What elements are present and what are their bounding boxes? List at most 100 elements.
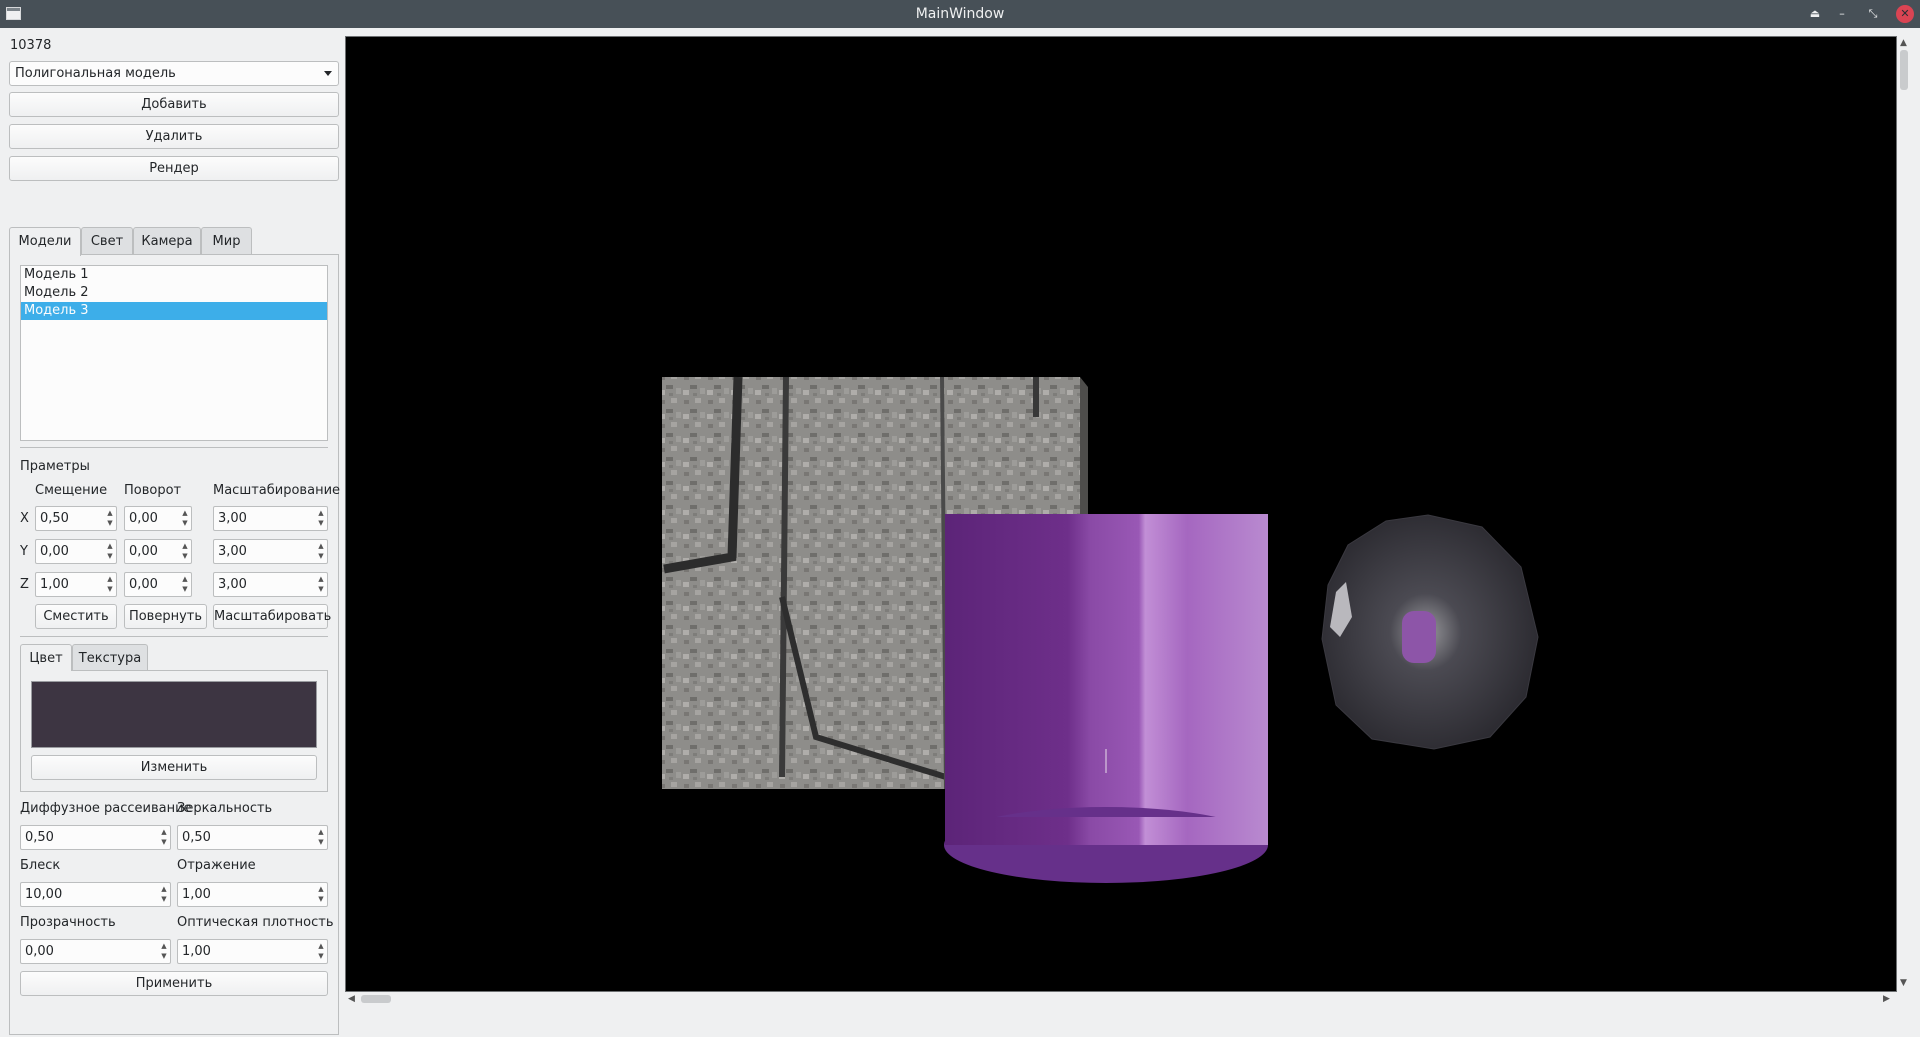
shininess-spinbox[interactable]: 10,00 ▲ ▼ [20,882,171,907]
rendered-scene [662,376,1539,883]
render-viewport[interactable] [345,36,1897,992]
specular-spinbox[interactable]: 0,50 ▲ ▼ [177,825,328,850]
model-type-select[interactable]: Полигональная модель [9,61,339,86]
scale-button[interactable]: Масштабировать [213,604,331,629]
render-button[interactable]: Рендер [9,156,339,181]
reflection-value: 1,00 [182,887,211,902]
change-color-button[interactable]: Изменить [31,755,317,780]
spin-arrows-icon[interactable]: ▲ ▼ [105,508,115,529]
transparency-value: 0,00 [25,944,54,959]
scroll-right-icon[interactable]: ▶ [1883,994,1890,1004]
rotate-z-value: 0,00 [129,577,158,592]
translate-z-spinbox[interactable]: 1,00 ▲ ▼ [35,572,117,597]
spin-arrows-icon[interactable]: ▲ ▼ [180,574,190,595]
specular-value: 0,50 [182,830,211,845]
close-icon[interactable]: ✕ [1896,5,1914,23]
diffuse-label: Диффузное рассеивание [20,801,192,816]
spin-arrows-icon[interactable]: ▲ ▼ [316,941,326,962]
scroll-handle[interactable] [1900,50,1908,90]
optical-density-label: Оптическая плотность [177,915,334,930]
horizontal-scrollbar[interactable]: ◀ ▶ [345,992,1897,1006]
tab-world[interactable]: Мир [201,227,252,255]
scale-x-value: 3,00 [218,511,247,526]
params-heading: Праметры [20,459,90,474]
remove-button[interactable]: Удалить [9,124,339,149]
tab-models[interactable]: Модели [9,227,81,256]
color-tab-pane: Изменить [20,670,328,792]
scroll-left-icon[interactable]: ◀ [348,994,355,1004]
window-title: MainWindow [915,6,1005,22]
translate-x-value: 0,50 [40,511,69,526]
divider [20,447,328,448]
translate-button[interactable]: Сместить [35,604,117,629]
spin-arrows-icon[interactable]: ▲ ▼ [159,827,169,848]
reflection-spinbox[interactable]: 1,00 ▲ ▼ [177,882,328,907]
tab-camera[interactable]: Камера [133,227,201,255]
rotate-y-spinbox[interactable]: 0,00 ▲ ▼ [124,539,192,564]
spin-arrows-icon[interactable]: ▲ ▼ [316,884,326,905]
title-bar: MainWindow ⏏ – ⤡ ✕ [0,0,1920,28]
scroll-up-icon[interactable]: ▲ [1900,38,1908,48]
material-tabs: Цвет Текстура Изменить [20,644,328,792]
spin-arrows-icon[interactable]: ▲ ▼ [105,541,115,562]
translate-y-spinbox[interactable]: 0,00 ▲ ▼ [35,539,117,564]
models-tab-pane: Модель 1 Модель 2 Модель 3 Праметры Смещ… [9,254,341,1035]
scale-z-spinbox[interactable]: 3,00 ▲ ▼ [213,572,328,597]
scale-z-value: 3,00 [218,577,247,592]
list-item[interactable]: Модель 2 [21,284,327,302]
spin-arrows-icon[interactable]: ▲ ▼ [316,541,326,562]
translate-x-spinbox[interactable]: 0,50 ▲ ▼ [35,506,117,531]
serial-label: 10378 [10,38,52,53]
axis-y-label: Y [20,544,28,559]
transparency-label: Прозрачность [20,915,116,930]
chevron-down-icon [324,71,332,76]
rotate-button[interactable]: Повернуть [124,604,207,629]
purple-cylinder [944,514,1268,883]
color-swatch [31,681,317,748]
control-panel: 10378 Полигональная модель Добавить Удал… [0,28,344,1037]
spin-arrows-icon[interactable]: ▲ ▼ [159,884,169,905]
keep-above-icon[interactable]: ⏏ [1806,5,1824,23]
rotate-column-label: Поворот [124,483,182,498]
reflective-sphere [1321,514,1539,750]
scale-y-spinbox[interactable]: 3,00 ▲ ▼ [213,539,328,564]
specular-label: Зеркальность [177,801,273,816]
list-item[interactable]: Модель 1 [21,266,327,284]
spin-arrows-icon[interactable]: ▲ ▼ [316,508,326,529]
add-button[interactable]: Добавить [9,92,339,117]
rotate-x-spinbox[interactable]: 0,00 ▲ ▼ [124,506,192,531]
spin-arrows-icon[interactable]: ▲ ▼ [180,541,190,562]
scale-y-value: 3,00 [218,544,247,559]
reflection-label: Отражение [177,858,256,873]
restore-icon[interactable]: ⤡ [1864,5,1882,23]
vertical-scrollbar[interactable]: ▲ ▼ [1897,36,1911,992]
apply-button[interactable]: Применить [20,971,328,996]
rotate-z-spinbox[interactable]: 0,00 ▲ ▼ [124,572,192,597]
main-tabs: Модели Свет Камера Мир Модель 1 Модель 2… [9,227,341,1035]
spin-arrows-icon[interactable]: ▲ ▼ [316,827,326,848]
spin-arrows-icon[interactable]: ▲ ▼ [316,574,326,595]
model-list[interactable]: Модель 1 Модель 2 Модель 3 [20,265,328,441]
model-type-value: Полигональная модель [15,66,176,81]
tab-color[interactable]: Цвет [20,644,72,671]
optical-density-spinbox[interactable]: 1,00 ▲ ▼ [177,939,328,964]
translate-y-value: 0,00 [40,544,69,559]
axis-z-label: Z [20,577,29,592]
axis-x-label: X [20,511,29,526]
optical-density-value: 1,00 [182,944,211,959]
diffuse-spinbox[interactable]: 0,50 ▲ ▼ [20,825,171,850]
spin-arrows-icon[interactable]: ▲ ▼ [105,574,115,595]
diffuse-value: 0,50 [25,830,54,845]
transparency-spinbox[interactable]: 0,00 ▲ ▼ [20,939,171,964]
scale-x-spinbox[interactable]: 3,00 ▲ ▼ [213,506,328,531]
scroll-down-icon[interactable]: ▼ [1900,978,1908,988]
shininess-label: Блеск [20,858,61,873]
scale-column-label: Масштабирование [213,483,341,498]
tab-texture[interactable]: Текстура [72,644,148,670]
spin-arrows-icon[interactable]: ▲ ▼ [180,508,190,529]
minimize-icon[interactable]: – [1833,5,1851,23]
list-item-selected[interactable]: Модель 3 [21,302,327,320]
scroll-handle[interactable] [361,995,391,1003]
tab-light[interactable]: Свет [81,227,133,255]
spin-arrows-icon[interactable]: ▲ ▼ [159,941,169,962]
